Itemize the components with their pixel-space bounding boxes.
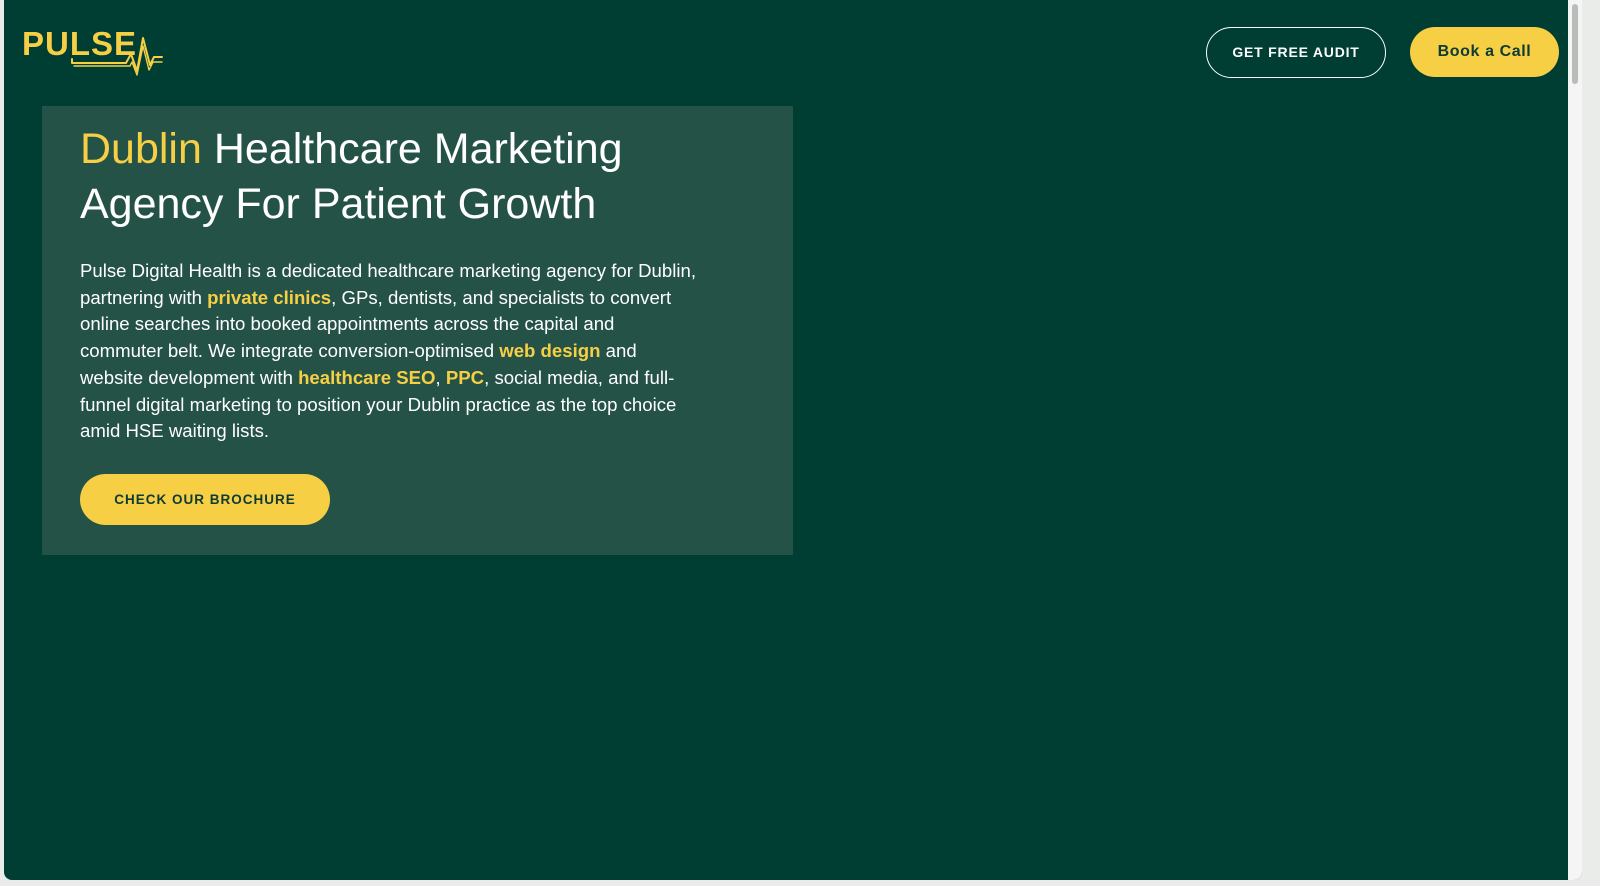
healthcare-seo-link[interactable]: healthcare SEO <box>298 367 435 388</box>
desc-text: , <box>435 366 446 388</box>
heartbeat-icon <box>71 37 163 76</box>
pulse-logo[interactable]: PULSE <box>22 24 164 76</box>
book-a-call-button[interactable]: Book a Call <box>1410 27 1559 77</box>
hero-description: Pulse Digital Health is a dedicated heal… <box>80 258 702 445</box>
private-clinics-link[interactable]: private clinics <box>207 287 331 308</box>
scrollbar[interactable] <box>1568 0 1582 880</box>
web-design-link[interactable]: web design <box>499 340 600 361</box>
ppc-link[interactable]: PPC <box>446 367 484 388</box>
hero-title-accent: Dublin <box>80 125 202 173</box>
page-viewport: PULSE GET FREE AUDIT Book a Call Dublin … <box>4 0 1582 880</box>
scrollbar-thumb[interactable] <box>1572 4 1578 84</box>
hero-card: Dublin Healthcare Marketing Agency For P… <box>42 106 793 555</box>
get-free-audit-button[interactable]: GET FREE AUDIT <box>1206 27 1386 78</box>
hero-title: Dublin Healthcare Marketing Agency For P… <box>80 122 720 232</box>
check-brochure-button[interactable]: CHECK OUR BROCHURE <box>80 474 330 525</box>
